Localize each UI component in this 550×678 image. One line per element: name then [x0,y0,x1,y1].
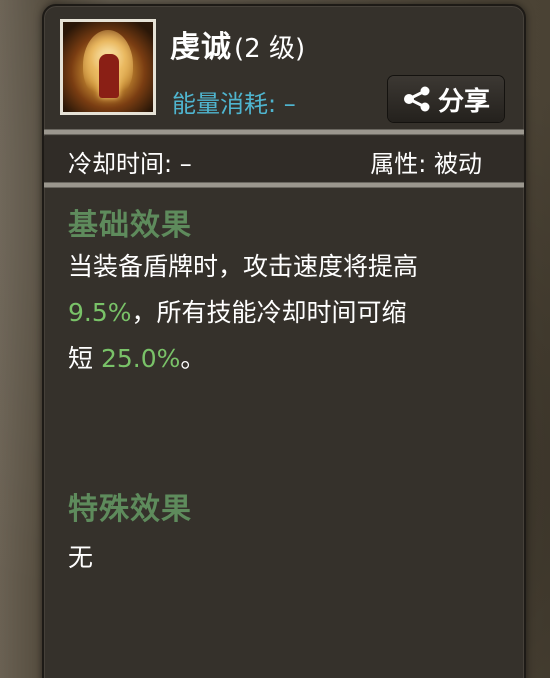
skill-title: 虔诚 (2 级) [170,22,305,66]
skill-header: 虔诚 (2 级) 能量消耗: – 分享 [44,6,524,132]
holy-figure-skill-icon [60,19,156,115]
base-effect-line-3-prefix: 短 [68,344,101,373]
skill-tooltip-panel: 虔诚 (2 级) 能量消耗: – 分享 冷却时间: – 属性: 被动 基础效果 … [42,4,526,678]
share-button[interactable]: 分享 [388,76,504,122]
base-effect-description: 当装备盾牌时，攻击速度将提高 9.5%，所有技能冷却时间可缩 短 25.0%。 [68,244,508,382]
skill-icon-figure [99,54,119,98]
base-effect-line-3: 短 25.0%。 [68,336,508,382]
skill-name: 虔诚 [170,30,232,65]
special-effect-heading: 特殊效果 [68,492,192,527]
base-effect-line-1: 当装备盾牌时，攻击速度将提高 [68,252,419,281]
cooldown-reduction-value: 25.0% [100,344,181,373]
cooldown-stat: 冷却时间: – [68,150,192,178]
share-icon [403,86,430,112]
base-effect-heading: 基础效果 [68,208,192,243]
divider [44,182,524,188]
divider [44,129,524,135]
stats-row: 冷却时间: – 属性: 被动 [44,136,524,182]
base-effect-line-2: 9.5%，所有技能冷却时间可缩 [68,290,508,336]
base-effect-line-2-text: ，所有技能冷却时间可缩 [131,298,407,327]
share-button-label: 分享 [437,86,490,117]
attribute-stat: 属性: 被动 [370,150,482,178]
energy-cost: 能量消耗: – [172,90,296,118]
skill-level: (2 级) [234,34,306,64]
attack-speed-value: 9.5% [68,298,132,327]
special-effect-text: 无 [68,543,94,572]
base-effect-line-3-suffix: 。 [180,344,206,373]
